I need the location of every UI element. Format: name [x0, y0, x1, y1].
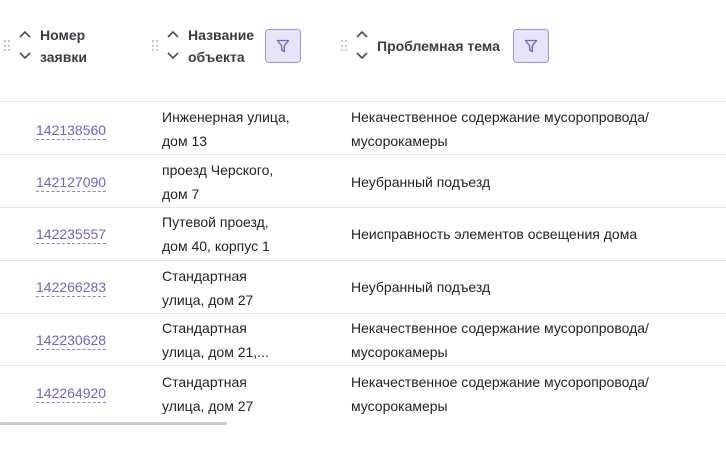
table-header: Номер заявки Название объекта Проблемная… [0, 0, 726, 102]
request-number-link[interactable]: 142266283 [36, 278, 107, 297]
request-number-link[interactable]: 142235557 [36, 225, 107, 244]
table-row: 142230628 Стандартная улица, дом 21,... … [0, 314, 726, 366]
object-name-cell: Стандартная улица, дом 27 [162, 370, 312, 418]
object-name-line: проезд Черского, [162, 162, 274, 178]
object-name-line: Стандартная [162, 268, 247, 284]
problem-topic-cell: Неисправность элементов освещения дома [351, 222, 721, 246]
request-number-link[interactable]: 142138560 [36, 121, 107, 140]
funnel-icon [524, 39, 538, 53]
table-row: 142264920 Стандартная улица, дом 27 Нека… [0, 366, 726, 418]
column-header-line: заявки [40, 49, 87, 65]
table-row: 142138560 Инженерная улица, дом 13 Некач… [0, 102, 726, 155]
object-name-cell: Путевой проезд, дом 40, корпус 1 [162, 210, 312, 258]
object-name-line: дом 40, корпус 1 [162, 238, 270, 254]
request-number-link[interactable]: 142230628 [36, 331, 107, 350]
problem-topic-line: Некачественное содержание мусоропровода/ [351, 374, 649, 390]
drag-handle-icon[interactable] [4, 40, 10, 52]
sort-chevrons-icon[interactable] [19, 27, 31, 67]
filter-button-problem-topic[interactable] [513, 29, 549, 63]
column-header-line: Название [188, 27, 255, 43]
table-row: 142266283 Стандартная улица, дом 27 Неуб… [0, 261, 726, 314]
column-header-problem-topic[interactable]: Проблемная тема [377, 35, 500, 57]
filter-button-object-name[interactable] [265, 29, 301, 63]
object-name-cell: Стандартная улица, дом 21,... [162, 316, 312, 364]
problem-topic-line: Некачественное содержание мусоропровода/ [351, 109, 649, 125]
object-name-cell: Инженерная улица, дом 13 [162, 105, 312, 153]
column-header-request-number[interactable]: Номер заявки [40, 24, 87, 68]
object-name-line: Путевой проезд, [162, 214, 269, 230]
problem-topic-line: мусорокамеры [351, 344, 448, 360]
object-name-line: дом 7 [162, 186, 200, 202]
object-name-cell: проезд Черского, дом 7 [162, 158, 312, 206]
horizontal-scrollbar[interactable] [0, 422, 227, 425]
problem-topic-cell: Некачественное содержание мусоропровода/… [351, 105, 721, 153]
object-name-line: Стандартная [162, 320, 247, 336]
problem-topic-line: мусорокамеры [351, 398, 448, 414]
object-name-line: Стандартная [162, 374, 247, 390]
funnel-icon [276, 39, 290, 53]
problem-topic-line: Неисправность элементов освещения дома [351, 226, 638, 242]
object-name-line: улица, дом 27 [162, 398, 254, 414]
object-name-line: улица, дом 21,... [162, 344, 269, 360]
drag-handle-icon[interactable] [152, 40, 158, 52]
object-name-line: улица, дом 27 [162, 292, 254, 308]
object-name-line: Инженерная улица, [162, 109, 290, 125]
problem-topic-line: мусорокамеры [351, 133, 448, 149]
object-name-line: дом 13 [162, 133, 208, 149]
object-name-cell: Стандартная улица, дом 27 [162, 264, 312, 312]
problem-topic-line: Неубранный подъезд [351, 279, 491, 295]
table-row: 142127090 проезд Черского, дом 7 Неубран… [0, 155, 726, 208]
sort-chevrons-icon[interactable] [356, 27, 368, 67]
table-row: 142235557 Путевой проезд, дом 40, корпус… [0, 208, 726, 261]
drag-handle-icon[interactable] [341, 40, 347, 52]
problem-topic-line: Некачественное содержание мусоропровода/ [351, 320, 649, 336]
requests-table: Номер заявки Название объекта Проблемная… [0, 0, 726, 452]
request-number-link[interactable]: 142127090 [36, 173, 107, 192]
sort-chevrons-icon[interactable] [167, 27, 179, 67]
problem-topic-line: Неубранный подъезд [351, 174, 491, 190]
column-header-line: объекта [188, 49, 245, 65]
problem-topic-cell: Неубранный подъезд [351, 170, 721, 194]
problem-topic-cell: Некачественное содержание мусоропровода/… [351, 370, 721, 418]
problem-topic-cell: Некачественное содержание мусоропровода/… [351, 316, 721, 364]
column-header-object-name[interactable]: Название объекта [188, 24, 254, 68]
column-header-line: Номер [40, 27, 86, 43]
problem-topic-cell: Неубранный подъезд [351, 275, 721, 299]
request-number-link[interactable]: 142264920 [36, 384, 107, 403]
